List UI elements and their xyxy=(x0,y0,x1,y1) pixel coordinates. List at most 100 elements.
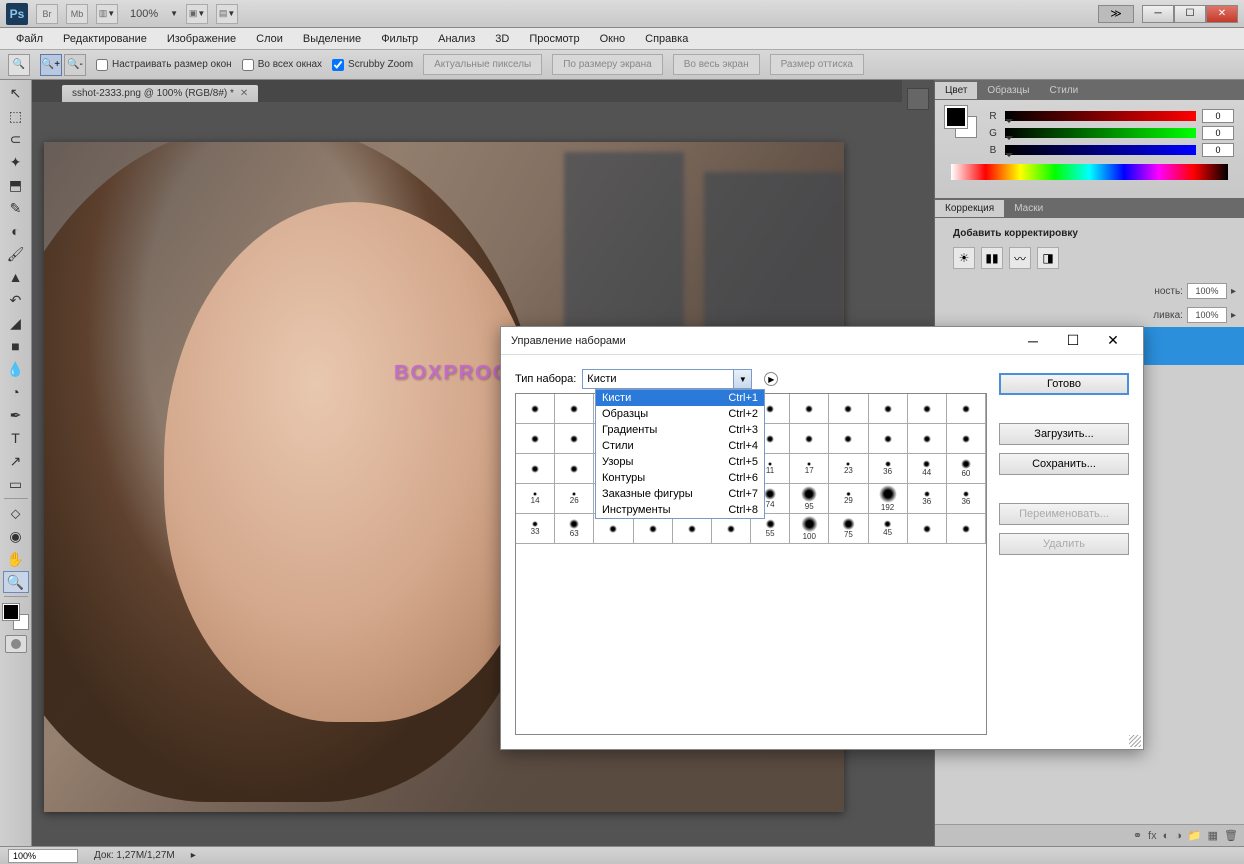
extras-dropdown[interactable]: ▤ ▼ xyxy=(216,4,238,24)
brush-preset[interactable]: 23 xyxy=(829,454,868,484)
dropdown-item-6[interactable]: Заказные фигурыCtrl+7 xyxy=(596,486,764,502)
brush-preset[interactable] xyxy=(516,394,555,424)
color-swatches[interactable] xyxy=(3,604,29,630)
mb-button[interactable]: Mb xyxy=(66,4,88,24)
br-button[interactable]: Br xyxy=(36,4,58,24)
brush-preset[interactable]: 75 xyxy=(829,514,868,544)
brush-preset[interactable] xyxy=(555,454,594,484)
dialog-titlebar[interactable]: Управление наборами ─ ☐ ✕ xyxy=(501,327,1143,355)
brush-preset[interactable] xyxy=(869,424,908,454)
arrange-dropdown[interactable]: ▥ ▼ xyxy=(96,4,118,24)
dodge-tool[interactable]: ◔ xyxy=(3,381,29,403)
done-button[interactable]: Готово xyxy=(999,373,1129,395)
close-button[interactable]: ✕ xyxy=(1206,5,1238,23)
brush-preset[interactable]: 100 xyxy=(790,514,829,544)
menu-layer[interactable]: Слои xyxy=(246,30,293,48)
wand-tool[interactable]: ✦ xyxy=(3,151,29,173)
brush-preset[interactable]: 26 xyxy=(555,484,594,514)
brush-preset[interactable]: 29 xyxy=(829,484,868,514)
move-tool[interactable]: ↖ xyxy=(3,82,29,104)
opacity-value[interactable]: 100% xyxy=(1187,283,1227,299)
menu-help[interactable]: Справка xyxy=(635,30,698,48)
zoom-out-icon[interactable]: 🔍- xyxy=(64,54,86,76)
path-tool[interactable]: ↗ xyxy=(3,450,29,472)
menu-3d[interactable]: 3D xyxy=(485,30,519,48)
3d-tool[interactable]: ⬦ xyxy=(3,502,29,524)
dropdown-item-4[interactable]: УзорыCtrl+5 xyxy=(596,454,764,470)
color-panel-swatch[interactable] xyxy=(945,106,977,138)
brush-preset[interactable]: 14 xyxy=(516,484,555,514)
marquee-tool[interactable]: ⬚ xyxy=(3,105,29,127)
brush-preset[interactable]: 60 xyxy=(947,454,986,484)
levels-icon[interactable]: ▮▮ xyxy=(981,247,1003,269)
brush-preset[interactable]: 36 xyxy=(869,454,908,484)
r-value[interactable]: 0 xyxy=(1202,109,1234,123)
lasso-tool[interactable]: ⊂ xyxy=(3,128,29,150)
menu-view[interactable]: Просмотр xyxy=(519,30,589,48)
brush-preset[interactable]: 36 xyxy=(947,484,986,514)
brush-preset[interactable] xyxy=(516,424,555,454)
menu-window[interactable]: Окно xyxy=(590,30,636,48)
curves-icon[interactable]: 〰 xyxy=(1009,247,1031,269)
brightness-icon[interactable]: ☀ xyxy=(953,247,975,269)
type-tool[interactable]: T xyxy=(3,427,29,449)
eraser-tool[interactable]: ◢ xyxy=(3,312,29,334)
zoom-dropdown-icon[interactable]: ▼ xyxy=(170,9,178,18)
gradient-tool[interactable]: ■ xyxy=(3,335,29,357)
chevron-down-icon[interactable]: ▼ xyxy=(733,370,751,388)
chevron-right-icon[interactable]: ▸ xyxy=(191,850,196,861)
pen-tool[interactable]: ✒ xyxy=(3,404,29,426)
load-button[interactable]: Загрузить... xyxy=(999,423,1129,445)
dialog-close-icon[interactable]: ✕ xyxy=(1093,328,1133,354)
brush-preset[interactable] xyxy=(790,424,829,454)
brush-preset[interactable]: 17 xyxy=(790,454,829,484)
collapse-panels-icon[interactable]: ≫ xyxy=(1098,5,1134,23)
menu-image[interactable]: Изображение xyxy=(157,30,246,48)
brush-preset[interactable] xyxy=(790,394,829,424)
quickmask-icon[interactable] xyxy=(5,635,27,653)
adjustment-icon[interactable]: ◑ xyxy=(1175,830,1182,842)
brush-preset[interactable] xyxy=(555,424,594,454)
g-value[interactable]: 0 xyxy=(1202,126,1234,140)
mask-icon[interactable]: ◐ xyxy=(1163,830,1170,842)
trash-icon[interactable]: 🗑 xyxy=(1224,829,1238,842)
exposure-icon[interactable]: ◨ xyxy=(1037,247,1059,269)
dialog-maximize-icon[interactable]: ☐ xyxy=(1053,328,1093,354)
minimize-button[interactable]: ─ xyxy=(1142,5,1174,23)
resize-grip-icon[interactable] xyxy=(1129,735,1141,747)
styles-tab[interactable]: Стили xyxy=(1039,82,1088,99)
print-size-button[interactable]: Размер оттиска xyxy=(770,54,864,75)
brush-preset[interactable] xyxy=(908,514,947,544)
all-windows-checkbox[interactable]: Во всех окнах xyxy=(242,59,322,71)
spectrum-bar[interactable] xyxy=(951,164,1228,180)
brush-tool[interactable]: 🖌 xyxy=(3,243,29,265)
brush-preset[interactable] xyxy=(555,394,594,424)
document-tab[interactable]: sshot-2333.png @ 100% (RGB/8#) * ✕ xyxy=(62,85,258,102)
hand-tool[interactable]: ✋ xyxy=(3,548,29,570)
dropdown-item-5[interactable]: КонтурыCtrl+6 xyxy=(596,470,764,486)
brush-preset[interactable] xyxy=(869,394,908,424)
rename-button[interactable]: Переименовать... xyxy=(999,503,1129,525)
scrubby-zoom-checkbox[interactable]: Scrubby Zoom xyxy=(332,59,413,71)
eyedropper-tool[interactable]: ✎ xyxy=(3,197,29,219)
stamp-tool[interactable]: ▲ xyxy=(3,266,29,288)
preset-type-select[interactable]: Кисти ▼ xyxy=(582,369,752,389)
close-tab-icon[interactable]: ✕ xyxy=(240,88,248,99)
brush-preset[interactable] xyxy=(829,394,868,424)
b-value[interactable]: 0 xyxy=(1202,143,1234,157)
healing-tool[interactable]: ◐ xyxy=(3,220,29,242)
color-tab[interactable]: Цвет xyxy=(935,82,977,99)
fx-icon[interactable]: fx xyxy=(1148,830,1157,842)
dropdown-item-3[interactable]: СтилиCtrl+4 xyxy=(596,438,764,454)
brush-preset[interactable] xyxy=(829,424,868,454)
brush-preset[interactable]: 33 xyxy=(516,514,555,544)
swatches-tab[interactable]: Образцы xyxy=(977,82,1039,99)
camera-tool[interactable]: ◉ xyxy=(3,525,29,547)
zoom-in-icon[interactable]: 🔍+ xyxy=(40,54,62,76)
resize-windows-checkbox[interactable]: Настраивать размер окон xyxy=(96,59,232,71)
menu-file[interactable]: Файл xyxy=(6,30,53,48)
flyout-menu-icon[interactable]: ▶ xyxy=(764,372,778,386)
brush-preset[interactable] xyxy=(908,424,947,454)
brush-preset[interactable]: 44 xyxy=(908,454,947,484)
history-brush-tool[interactable]: ↶ xyxy=(3,289,29,311)
